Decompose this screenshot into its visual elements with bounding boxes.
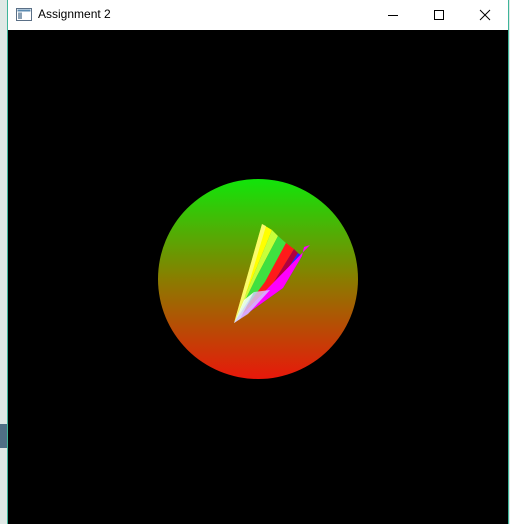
minimize-button[interactable]: [370, 0, 416, 30]
close-icon: [479, 9, 491, 21]
maximize-button[interactable]: [416, 0, 462, 30]
scene-graphic: [158, 179, 358, 379]
render-canvas[interactable]: [8, 30, 508, 524]
window-app-icon: [16, 8, 32, 21]
app-window: Assignment 2: [7, 0, 509, 524]
title-bar[interactable]: Assignment 2: [8, 0, 508, 30]
window-controls: [370, 0, 508, 30]
close-button[interactable]: [462, 0, 508, 30]
window-title: Assignment 2: [38, 7, 111, 21]
minimize-icon: [388, 15, 398, 16]
maximize-icon: [434, 10, 444, 20]
